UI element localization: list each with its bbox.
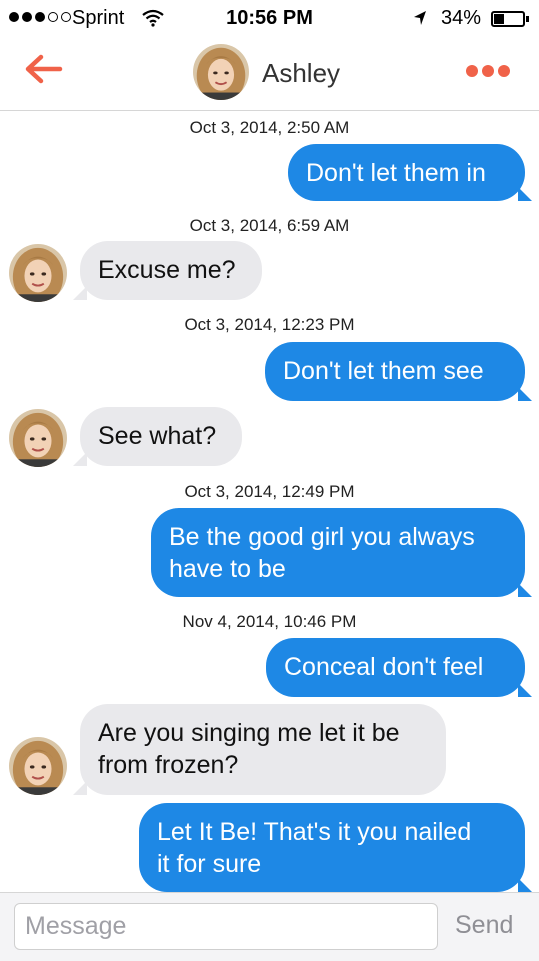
status-bar: Sprint 10:56 PM 34%: [0, 0, 539, 36]
message-timestamp: Oct 3, 2014, 12:23 PM: [184, 315, 355, 334]
message-timestamp: Oct 3, 2014, 6:59 AM: [189, 216, 350, 235]
outgoing-message: Conceal don't feel: [266, 638, 532, 697]
contact-avatar[interactable]: [193, 44, 249, 100]
battery-tip: [526, 16, 529, 22]
contact-avatar[interactable]: [9, 244, 67, 302]
location-arrow-icon: [414, 11, 426, 25]
message-list[interactable]: Oct 3, 2014, 2:50 AM Don't let them in O…: [0, 110, 539, 892]
send-button[interactable]: Send: [455, 911, 513, 940]
contact-name[interactable]: Ashley: [262, 58, 340, 89]
back-arrow-icon[interactable]: [22, 52, 66, 86]
message-timestamp: Oct 3, 2014, 2:50 AM: [189, 118, 350, 137]
message-timestamp: Oct 3, 2014, 12:49 PM: [184, 482, 355, 501]
battery-icon: [491, 11, 525, 27]
more-dots-icon[interactable]: [466, 65, 510, 77]
incoming-message: Are you singing me let it be from frozen…: [73, 704, 446, 795]
compose-bar: Send: [0, 892, 539, 961]
battery-level: [494, 14, 504, 24]
message-input[interactable]: [14, 903, 438, 950]
conversation-header: Ashley: [0, 36, 539, 111]
incoming-message: Excuse me?: [73, 241, 262, 300]
contact-avatar[interactable]: [9, 409, 67, 467]
contact-avatar[interactable]: [9, 737, 67, 795]
outgoing-message: Don't let them in: [288, 144, 532, 201]
message-timestamp: Nov 4, 2014, 10:46 PM: [182, 612, 357, 631]
outgoing-message: Be the good girl you always have to be: [151, 508, 532, 597]
outgoing-message: Don't let them see: [265, 342, 532, 401]
outgoing-message: Let It Be! That's it you nailed it for s…: [139, 803, 532, 892]
battery-percent: 34%: [441, 7, 482, 29]
incoming-message: See what?: [73, 407, 242, 466]
